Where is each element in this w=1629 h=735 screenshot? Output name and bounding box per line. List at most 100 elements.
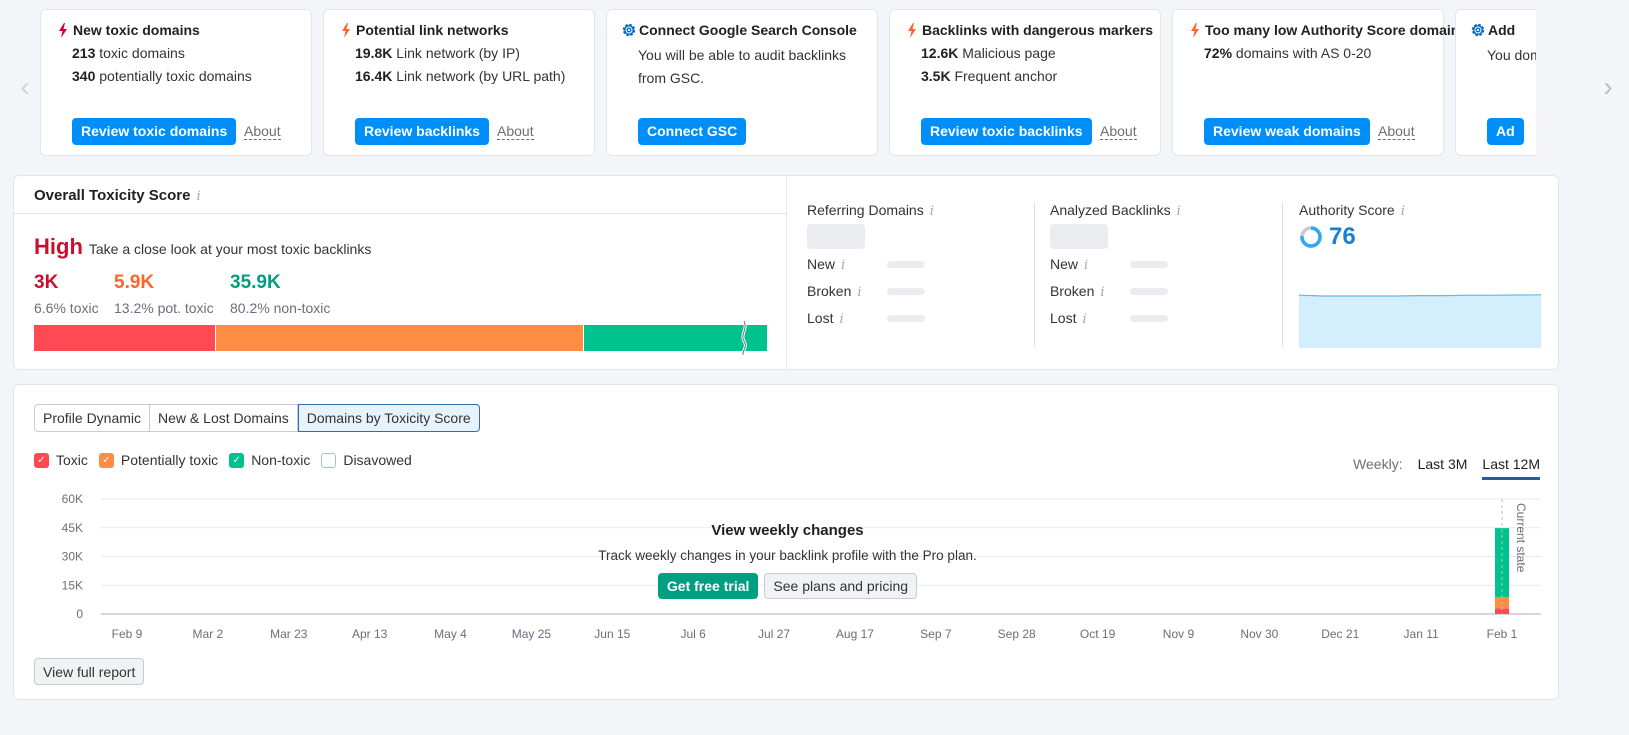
tab-profile-dynamic[interactable]: Profile Dynamic: [34, 404, 151, 432]
toxicity-level-text: Take a close look at your most toxic bac…: [88, 241, 372, 257]
tab-domains-by-toxicity-score[interactable]: Domains by Toxicity Score: [297, 404, 480, 432]
card-stat: 16.4K Link network (by URL path): [355, 68, 566, 84]
x-tick-label: Oct 19: [1080, 627, 1116, 641]
get-free-trial-button[interactable]: Get free trial: [657, 573, 759, 599]
referring-domains-lost: Lost i: [807, 310, 925, 327]
x-tick-label: Nov 30: [1240, 627, 1278, 641]
card-about-link[interactable]: About: [1378, 124, 1415, 140]
gear-icon: [1470, 22, 1486, 38]
info-icon[interactable]: i: [1100, 285, 1104, 300]
card-stat: 19.8K Link network (by IP): [355, 45, 520, 61]
y-tick-label: 15K: [62, 578, 83, 592]
info-icon[interactable]: i: [1084, 258, 1088, 273]
card-action-button[interactable]: Ad: [1487, 118, 1524, 145]
insight-card: Connect Google Search Console You will be…: [606, 9, 878, 156]
card-about-link[interactable]: About: [244, 124, 281, 140]
toxicity-score-title: Overall Toxicity Score: [34, 187, 191, 204]
period-last-12m[interactable]: Last 12M: [1482, 456, 1540, 480]
card-action-button[interactable]: Review toxic domains: [72, 118, 237, 145]
toxic-percent: 6.6% toxic: [34, 300, 99, 316]
non-toxic-value: 35.9K: [230, 272, 281, 293]
carousel-prev-button[interactable]: ‹: [15, 72, 35, 102]
card-title: Connect Google Search Console: [621, 22, 857, 38]
checkbox-checked-icon[interactable]: ✓: [98, 452, 114, 468]
loading-placeholder: [887, 288, 925, 295]
authority-score-title: Authority Score i: [1299, 202, 1405, 219]
x-tick-label: Feb 1: [1487, 627, 1518, 641]
x-tick-label: Mar 23: [270, 627, 308, 641]
authority-score-ring-icon: [1300, 226, 1322, 248]
card-stat: 213 toxic domains: [72, 45, 185, 61]
legend-potentially-toxic[interactable]: ✓ Potentially toxic: [98, 452, 219, 468]
lightning-icon: [904, 22, 920, 38]
y-tick-label: 45K: [62, 521, 83, 535]
checkbox-unchecked-icon[interactable]: [321, 452, 337, 468]
legend-disavowed[interactable]: Disavowed: [321, 452, 412, 468]
info-icon[interactable]: i: [196, 189, 200, 204]
x-tick-label: May 25: [512, 627, 552, 641]
toxicity-overview-panel: Overall Toxicity Score i High Take a clos…: [13, 175, 1559, 370]
referring-domains-title: Referring Domains i: [807, 202, 934, 219]
potentially-toxic-value: 5.9K: [114, 272, 155, 293]
legend-label: Potentially toxic: [120, 452, 219, 468]
card-stat: 12.6K Malicious page: [921, 45, 1056, 61]
view-full-report-button[interactable]: View full report: [34, 658, 145, 685]
y-tick-label: 0: [76, 607, 83, 621]
bar-non-toxic[interactable]: [1495, 528, 1509, 597]
info-icon[interactable]: i: [1082, 312, 1086, 327]
x-tick-label: Apr 13: [352, 627, 388, 641]
potentially-toxic-percent: 13.2% pot. toxic: [114, 300, 214, 316]
upsell-subtitle: Track weekly changes in your backlink pr…: [598, 548, 977, 563]
see-plans-button[interactable]: See plans and pricing: [764, 573, 918, 599]
carousel-next-button[interactable]: ›: [1598, 72, 1618, 102]
legend-non-toxic[interactable]: ✓ Non-toxic: [229, 452, 310, 468]
referring-domains-stat: Referring Domains i New i Broken i Lost i: [807, 202, 1037, 346]
info-icon[interactable]: i: [1177, 204, 1181, 219]
card-about-link[interactable]: About: [497, 124, 534, 140]
checkbox-checked-icon[interactable]: ✓: [229, 452, 245, 468]
period-selector: Weekly: Last 3M Last 12M: [1353, 456, 1540, 480]
card-stat: 72% domains with AS 0-20: [1204, 45, 1372, 61]
card-title: Potential link networks: [338, 22, 508, 38]
toxicity-score-section: Overall Toxicity Score i High Take a clos…: [14, 176, 787, 369]
insight-card: Backlinks with dangerous markers 12.6K Ma…: [889, 9, 1161, 156]
toxic-metric: 3K 6.6% toxic: [34, 272, 99, 316]
period-last-3m[interactable]: Last 3M: [1418, 456, 1468, 480]
info-icon[interactable]: i: [839, 312, 843, 327]
card-about-link[interactable]: About: [1100, 124, 1137, 140]
authority-score-trend-chart: [1299, 294, 1541, 348]
info-icon[interactable]: i: [1401, 204, 1405, 219]
bar-segment-toxic: [34, 325, 216, 351]
card-action-button[interactable]: Review backlinks: [355, 118, 489, 145]
y-tick-label: 30K: [62, 550, 83, 564]
toxicity-level: High Take a close look at your most toxi…: [34, 234, 371, 260]
referring-domains-broken: Broken i: [807, 283, 925, 300]
card-action-button[interactable]: Review weak domains: [1204, 118, 1370, 145]
card-action-button[interactable]: Connect GSC: [638, 118, 747, 145]
loading-placeholder: [807, 224, 865, 249]
info-icon[interactable]: i: [857, 285, 861, 300]
card-title: Add: [1470, 22, 1515, 38]
legend-toxic[interactable]: ✓ Toxic: [34, 452, 88, 468]
bar-segment-potentially-toxic: [215, 325, 583, 351]
trend-area: [1299, 294, 1541, 348]
x-tick-label: Feb 9: [112, 627, 143, 641]
loading-placeholder: [887, 261, 925, 268]
x-tick-label: Sep 7: [920, 627, 952, 641]
info-icon[interactable]: i: [930, 204, 934, 219]
x-tick-label: Nov 9: [1163, 627, 1195, 641]
x-tick-label: Jan 11: [1404, 627, 1439, 641]
period-label: Weekly:: [1353, 456, 1403, 472]
lightning-icon: [55, 22, 71, 38]
insight-card: New toxic domains 213 toxic domains 340 po…: [40, 9, 312, 156]
x-tick-label: Mar 2: [193, 627, 224, 641]
tab-new-lost-domains[interactable]: New & Lost Domains: [150, 404, 298, 432]
upsell-title: View weekly changes: [711, 522, 864, 539]
info-icon[interactable]: i: [841, 258, 845, 273]
card-title: New toxic domains: [55, 22, 200, 38]
checkbox-checked-icon[interactable]: ✓: [34, 452, 49, 468]
legend-label: Non-toxic: [251, 452, 311, 468]
card-title: Backlinks with dangerous markers: [904, 22, 1153, 38]
card-action-button[interactable]: Review toxic backlinks: [921, 118, 1092, 145]
referring-domains-new: New i: [807, 256, 925, 273]
